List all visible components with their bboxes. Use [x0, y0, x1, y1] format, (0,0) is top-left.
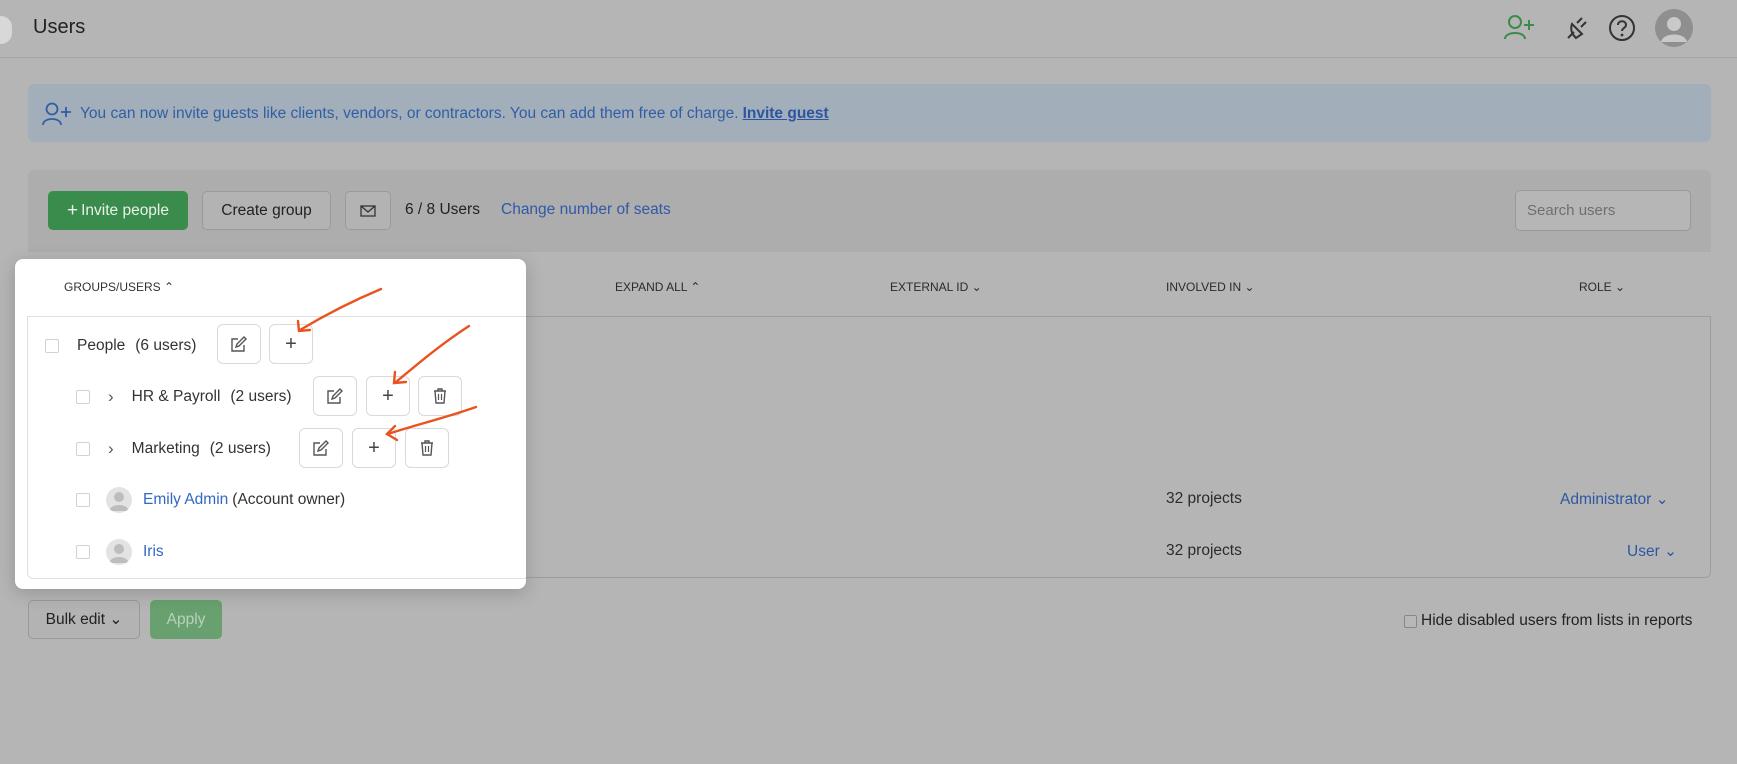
annotation-arrows [296, 287, 478, 442]
annotation-arrow [394, 324, 471, 384]
annotation-arrow [298, 287, 383, 332]
annotation-arrow [386, 405, 478, 436]
